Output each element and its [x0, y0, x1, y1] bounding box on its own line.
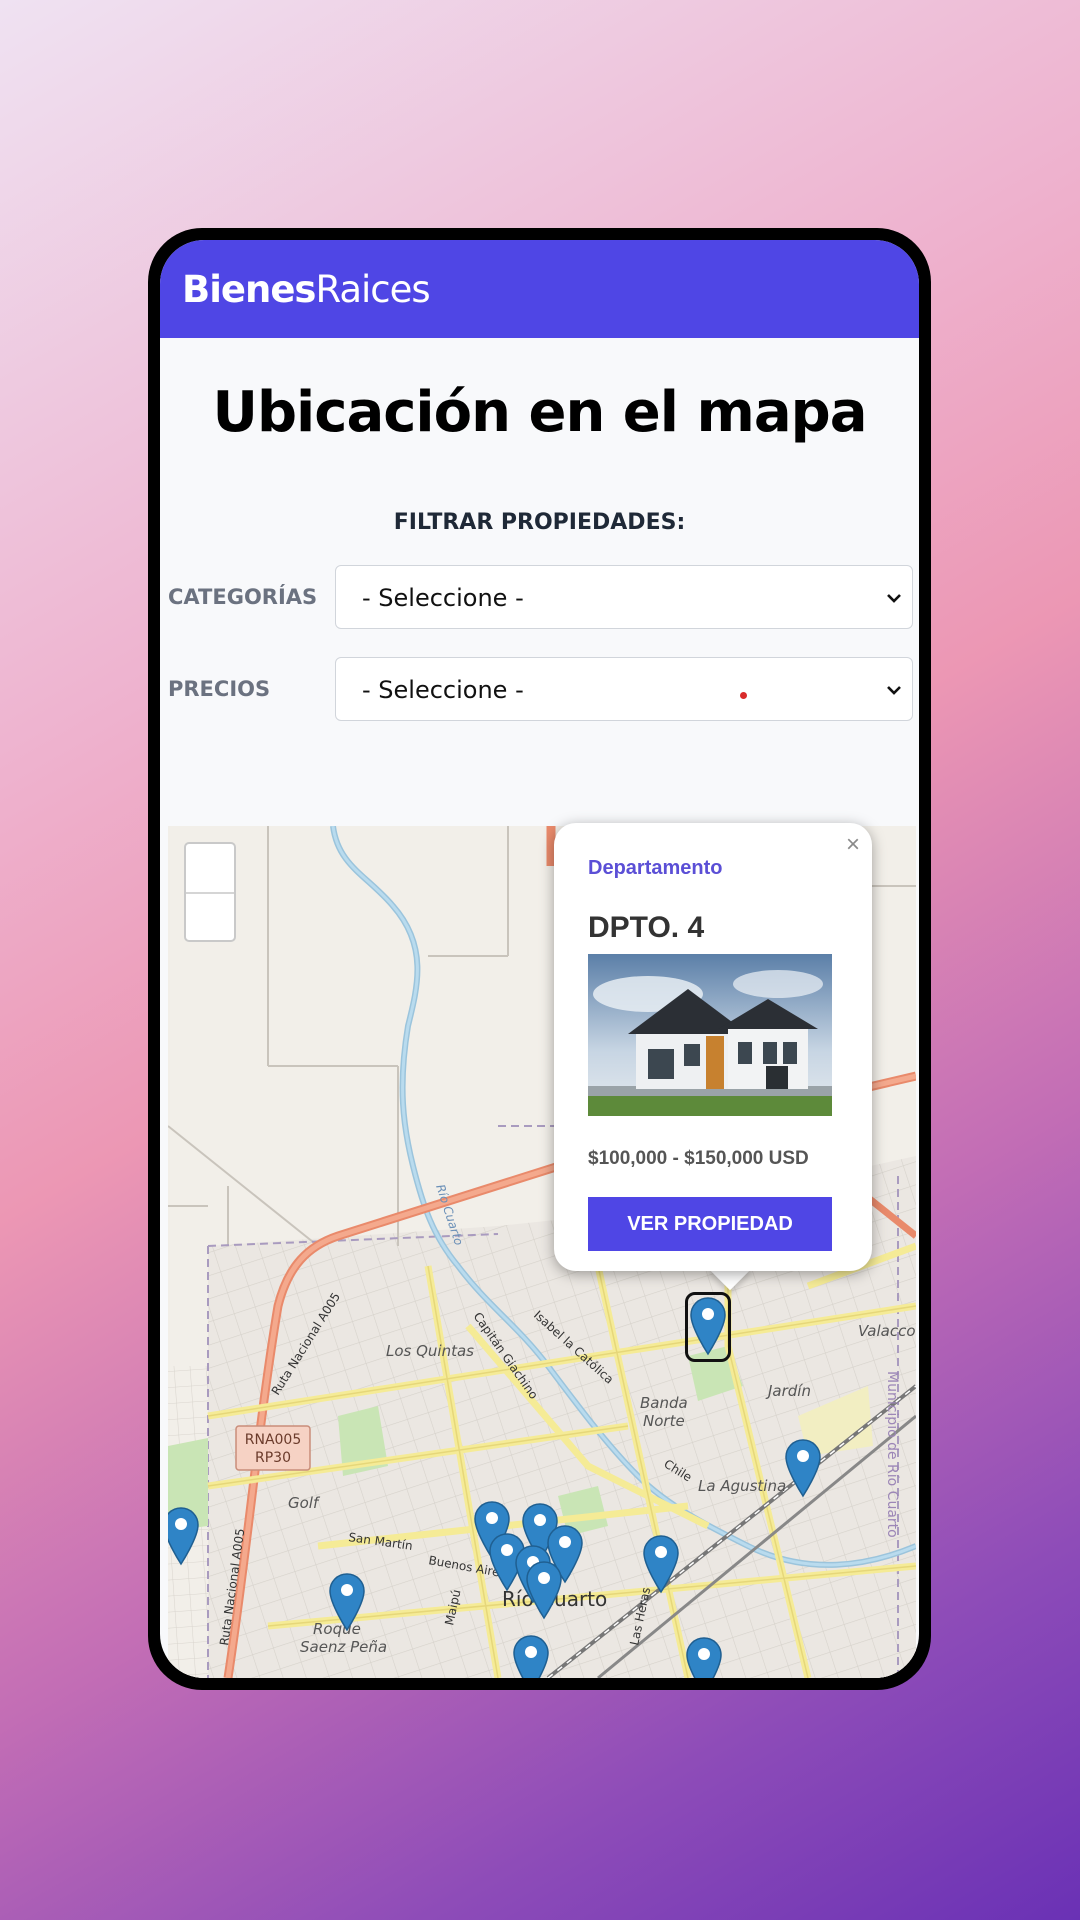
price-select-value: - Seleccione - [362, 676, 524, 704]
popup-price: $100,000 - $150,000 USD [588, 1148, 809, 1169]
price-label: PRECIOS [168, 677, 271, 701]
filter-title: FILTRAR PROPIEDADES: [393, 510, 686, 535]
map-marker-icon[interactable] [525, 1560, 563, 1622]
svg-text:Los Quintas: Los Quintas [386, 1342, 474, 1360]
svg-text:Golf: Golf [288, 1494, 321, 1512]
svg-text:RNA005: RNA005 [245, 1432, 302, 1448]
map-marker-icon[interactable] [685, 1292, 731, 1362]
brand-logo[interactable]: BienesRaices [182, 268, 431, 311]
svg-text:Jardín: Jardín [765, 1382, 811, 1400]
navbar: BienesRaices [160, 240, 919, 338]
map-marker-icon[interactable] [784, 1438, 822, 1500]
app-screen: BienesRaices Ubicación en el mapa FILTRA… [160, 240, 919, 1678]
view-property-button[interactable]: VER PROPIEDAD [588, 1197, 832, 1251]
chevron-down-icon [887, 686, 901, 695]
property-popup: × Departamento DPTO. 4 $100,000 - $150,0… [554, 823, 872, 1271]
map-marker-icon[interactable] [685, 1636, 723, 1678]
svg-text:Saenz Peña: Saenz Peña [300, 1638, 387, 1656]
close-icon[interactable]: × [846, 831, 860, 859]
svg-text:Banda: Banda [640, 1394, 688, 1412]
svg-text:Norte: Norte [643, 1412, 685, 1430]
popup-property-name: DPTO. 4 [588, 911, 705, 944]
popup-category: Departamento [588, 857, 723, 879]
map-marker-icon[interactable] [168, 1506, 200, 1568]
svg-text:Valacco: Valacco [858, 1322, 916, 1340]
price-select[interactable]: - Seleccione - [335, 657, 913, 721]
map-marker-icon[interactable] [642, 1534, 680, 1596]
property-photo [588, 954, 832, 1116]
map-marker-icon[interactable] [512, 1634, 550, 1678]
category-select-value: - Seleccione - [362, 584, 524, 612]
svg-text:Municipio de Río Cuarto: Municipio de Río Cuarto [884, 1371, 900, 1538]
category-label: CATEGORÍAS [168, 585, 318, 609]
red-dot [740, 692, 747, 699]
svg-text:La Agustina: La Agustina [698, 1477, 786, 1495]
page-title: Ubicación en el mapa [212, 380, 868, 445]
zoom-control [184, 842, 236, 942]
svg-text:RP30: RP30 [255, 1450, 291, 1466]
phone-frame: BienesRaices Ubicación en el mapa FILTRA… [148, 228, 931, 1690]
zoom-out-button[interactable] [186, 894, 234, 941]
chevron-down-icon [887, 594, 901, 603]
category-select[interactable]: - Seleccione - [335, 565, 913, 629]
zoom-in-button[interactable] [186, 844, 234, 891]
map-marker-icon[interactable] [328, 1572, 366, 1634]
